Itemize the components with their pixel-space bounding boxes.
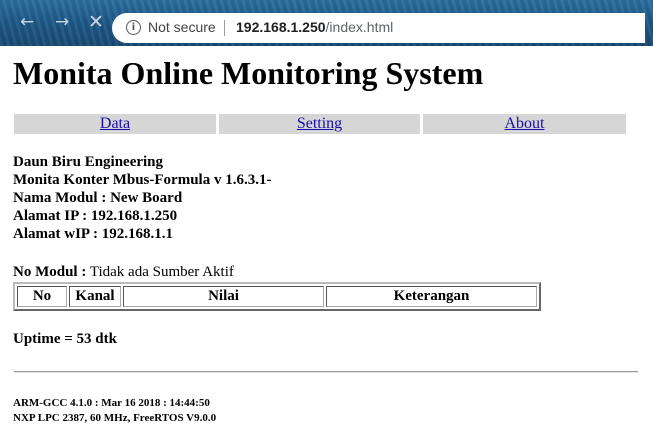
- data-link[interactable]: Data: [100, 115, 130, 132]
- page-title: Monita Online Monitoring System: [13, 55, 484, 91]
- nav-menu: Data Setting About: [14, 114, 626, 134]
- divider: [14, 371, 638, 373]
- forward-arrow-icon[interactable]: →: [55, 12, 69, 32]
- device-info: Daun Biru Engineering Monita Konter Mbus…: [13, 153, 271, 243]
- module-name: Nama Modul : New Board: [13, 190, 183, 206]
- setting-link[interactable]: Setting: [297, 115, 342, 132]
- module-status: No Modul : Tidak ada Sumber Aktif: [13, 263, 234, 281]
- url-host: 192.168.1.250: [236, 19, 326, 35]
- header-nilai: Nilai: [123, 286, 324, 307]
- firmware-version: Monita Konter Mbus-Formula v 1.6.3.1-: [13, 172, 272, 188]
- ip-address: Alamat IP : 192.168.1.250: [13, 208, 178, 224]
- no-modul-label: No Modul :: [13, 264, 87, 280]
- footer: ARM-GCC 4.1.0 : Mar 16 2018 : 14:44:50 N…: [13, 396, 216, 426]
- back-arrow-icon[interactable]: ←: [20, 12, 34, 32]
- address-bar[interactable]: i Not secure 192.168.1.250/index.html: [112, 13, 645, 43]
- header-keterangan: Keterangan: [326, 286, 537, 307]
- table-header-row: No Kanal Nilai Keterangan: [17, 286, 537, 307]
- menu-cell-data: Data: [14, 114, 216, 134]
- uptime: Uptime = 53 dtk: [13, 331, 117, 347]
- wip-address: Alamat wIP : 192.168.1.1: [13, 226, 173, 242]
- about-link[interactable]: About: [505, 115, 545, 132]
- divider: [224, 20, 225, 36]
- security-status[interactable]: Not secure: [148, 19, 216, 35]
- browser-toolbar: ← → ✕ i Not secure 192.168.1.250/index.h…: [0, 0, 653, 46]
- no-modul-value: Tidak ada Sumber Aktif: [89, 264, 234, 280]
- url-path: /index.html: [325, 19, 394, 35]
- menu-cell-setting: Setting: [219, 114, 420, 134]
- header-no: No: [17, 286, 67, 307]
- channel-table: No Kanal Nilai Keterangan: [13, 282, 541, 311]
- build-info: ARM-GCC 4.1.0 : Mar 16 2018 : 14:44:50: [13, 397, 210, 409]
- info-icon[interactable]: i: [126, 20, 141, 35]
- url-text[interactable]: 192.168.1.250/index.html: [236, 19, 393, 35]
- company-name: Daun Biru Engineering: [13, 154, 164, 170]
- menu-cell-about: About: [423, 114, 626, 134]
- close-icon[interactable]: ✕: [88, 12, 104, 32]
- header-kanal: Kanal: [69, 286, 121, 307]
- platform-info: NXP LPC 2387, 60 MHz, FreeRTOS V9.0.0: [13, 412, 217, 424]
